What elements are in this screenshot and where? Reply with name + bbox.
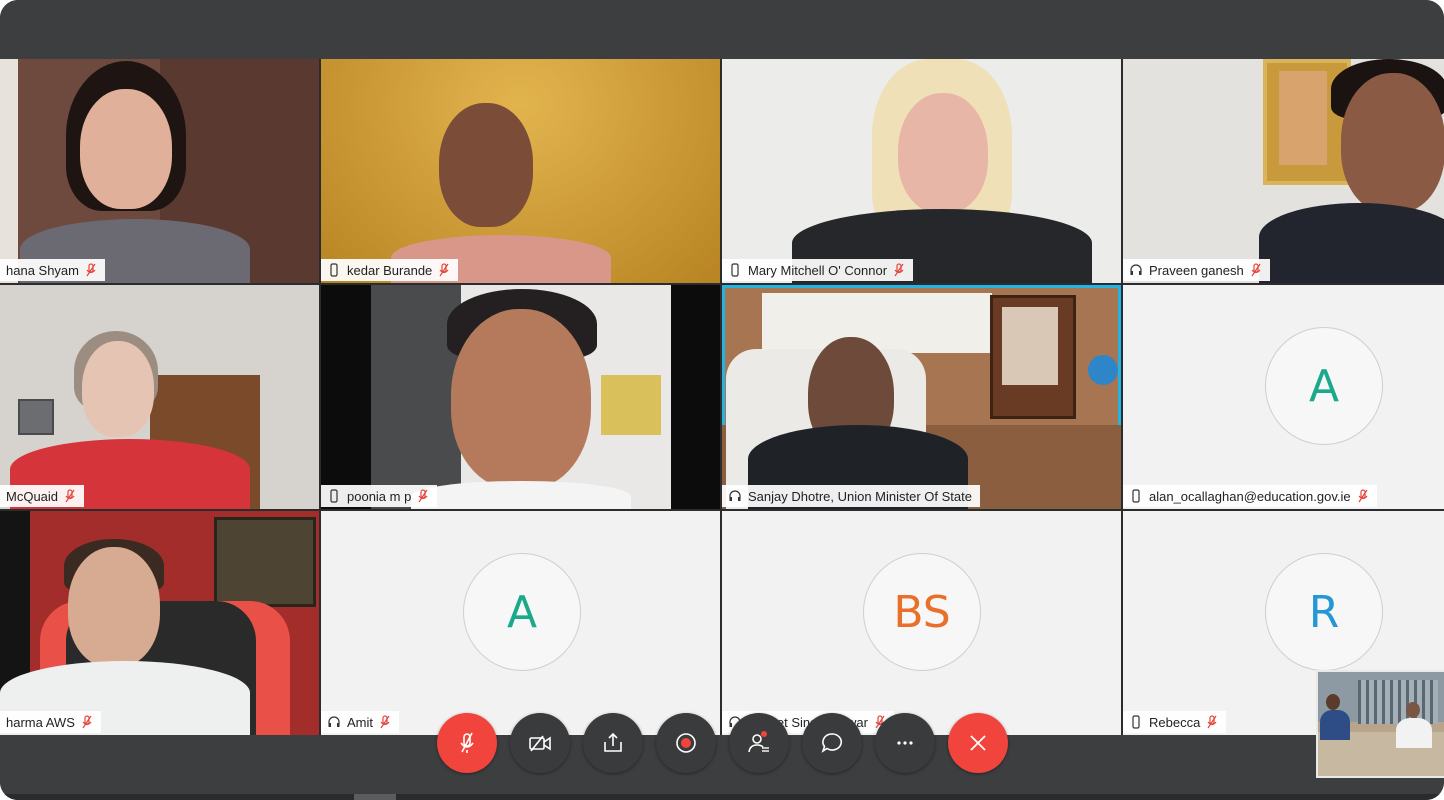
participant-video bbox=[722, 59, 1121, 283]
more-icon bbox=[897, 741, 913, 745]
chat-button[interactable] bbox=[802, 713, 862, 773]
participant-tile[interactable]: Mary Mitchell O' Connor bbox=[722, 59, 1121, 283]
mic-muted-icon bbox=[65, 489, 75, 503]
participant-video bbox=[722, 285, 1121, 509]
title-bar bbox=[0, 0, 1444, 59]
participant-label: McQuaid bbox=[0, 485, 85, 507]
close-icon bbox=[970, 735, 986, 751]
chat-icon bbox=[821, 733, 843, 753]
participant-name: Mary Mitchell O' Connor bbox=[748, 262, 888, 278]
phone-icon bbox=[1132, 489, 1140, 503]
avatar-initials: R bbox=[1308, 586, 1340, 638]
participant-name: Sanjay Dhotre, Union Minister Of State bbox=[748, 488, 972, 504]
headset-icon bbox=[729, 490, 741, 501]
participant-video bbox=[321, 285, 720, 509]
participant-label: Praveen ganesh bbox=[1123, 259, 1270, 281]
participant-name: Amit bbox=[347, 714, 373, 730]
avatar-initials: A bbox=[1308, 360, 1340, 412]
participant-tile[interactable]: BS Baljeet Singh Sinwar bbox=[722, 511, 1121, 735]
participant-video bbox=[0, 285, 319, 509]
participants-button[interactable] bbox=[729, 713, 789, 773]
mic-off-icon bbox=[460, 732, 474, 753]
record-button[interactable] bbox=[656, 713, 716, 773]
active-speaker-tile[interactable]: Sanjay Dhotre, Union Minister Of State bbox=[722, 285, 1121, 509]
participant-video bbox=[0, 511, 319, 735]
participant-name: Praveen ganesh bbox=[1149, 262, 1244, 278]
participant-label: kedar Burande bbox=[321, 259, 459, 281]
participants-icon bbox=[748, 731, 769, 753]
mic-muted-icon bbox=[86, 263, 96, 277]
mic-muted-icon bbox=[1207, 715, 1217, 729]
participant-tile[interactable]: A alan_ocallaghan@education.gov.ie bbox=[1123, 285, 1444, 509]
participant-tile[interactable]: harma AWS bbox=[0, 511, 319, 735]
avatar-initials: A bbox=[506, 586, 538, 638]
participant-name: kedar Burande bbox=[347, 262, 433, 278]
phone-icon bbox=[731, 263, 739, 277]
more-button[interactable] bbox=[875, 713, 935, 773]
avatar: R bbox=[1265, 553, 1383, 671]
headset-icon bbox=[1130, 264, 1142, 275]
participant-tile[interactable]: A Amit bbox=[321, 511, 720, 735]
participant-label: alan_ocallaghan@education.gov.ie bbox=[1123, 485, 1377, 507]
mic-muted-icon bbox=[380, 715, 390, 729]
participant-name: hana Shyam bbox=[6, 262, 79, 278]
phone-icon bbox=[330, 263, 338, 277]
mic-muted-icon bbox=[439, 263, 449, 277]
self-view-video[interactable] bbox=[1316, 670, 1444, 778]
phone-icon bbox=[1132, 715, 1140, 729]
video-button[interactable] bbox=[510, 713, 570, 773]
participant-label: poonia m p bbox=[321, 485, 438, 507]
phone-icon bbox=[330, 489, 338, 503]
participant-video bbox=[321, 59, 720, 283]
participant-tile[interactable]: poonia m p bbox=[321, 285, 720, 509]
meeting-window: hana Shyam kedar Burande Mary Mitchell O… bbox=[0, 0, 1444, 800]
video-grid: hana Shyam kedar Burande Mary Mitchell O… bbox=[0, 59, 1444, 735]
participant-tile[interactable]: kedar Burande bbox=[321, 59, 720, 283]
participant-name: harma AWS bbox=[6, 714, 75, 730]
mute-button[interactable] bbox=[437, 713, 497, 773]
avatar-initials: BS bbox=[893, 586, 951, 638]
mic-muted-icon bbox=[1251, 263, 1261, 277]
avatar: A bbox=[1265, 327, 1383, 445]
participant-label: Rebecca bbox=[1123, 711, 1227, 733]
mic-muted-icon bbox=[82, 715, 92, 729]
headset-icon bbox=[328, 716, 340, 727]
participant-label: Amit bbox=[321, 711, 399, 733]
mic-muted-icon bbox=[418, 489, 428, 503]
meeting-controls bbox=[437, 713, 1008, 773]
participant-tile[interactable]: Praveen ganesh bbox=[1123, 59, 1444, 283]
participant-video bbox=[0, 59, 319, 283]
mic-muted-icon bbox=[1358, 489, 1368, 503]
participant-name: poonia m p bbox=[347, 488, 412, 504]
participant-video bbox=[1123, 59, 1444, 283]
participant-tile[interactable]: McQuaid bbox=[0, 285, 319, 509]
leave-button[interactable] bbox=[948, 713, 1008, 773]
share-icon bbox=[604, 732, 622, 752]
record-icon bbox=[676, 733, 696, 753]
participant-label: Mary Mitchell O' Connor bbox=[722, 259, 914, 281]
participant-name: McQuaid bbox=[6, 488, 59, 504]
status-bar bbox=[0, 794, 1444, 800]
participant-label: hana Shyam bbox=[0, 259, 105, 281]
participant-name: alan_ocallaghan@education.gov.ie bbox=[1149, 488, 1351, 504]
status-segment bbox=[354, 794, 396, 800]
mic-muted-icon bbox=[894, 263, 904, 277]
participant-label: harma AWS bbox=[0, 711, 101, 733]
participant-name: Rebecca bbox=[1149, 714, 1201, 730]
participant-label: Sanjay Dhotre, Union Minister Of State bbox=[722, 485, 980, 507]
avatar: BS bbox=[863, 553, 981, 671]
participant-tile[interactable]: hana Shyam bbox=[0, 59, 319, 283]
share-button[interactable] bbox=[583, 713, 643, 773]
avatar: A bbox=[463, 553, 581, 671]
camera-off-icon bbox=[529, 735, 551, 752]
